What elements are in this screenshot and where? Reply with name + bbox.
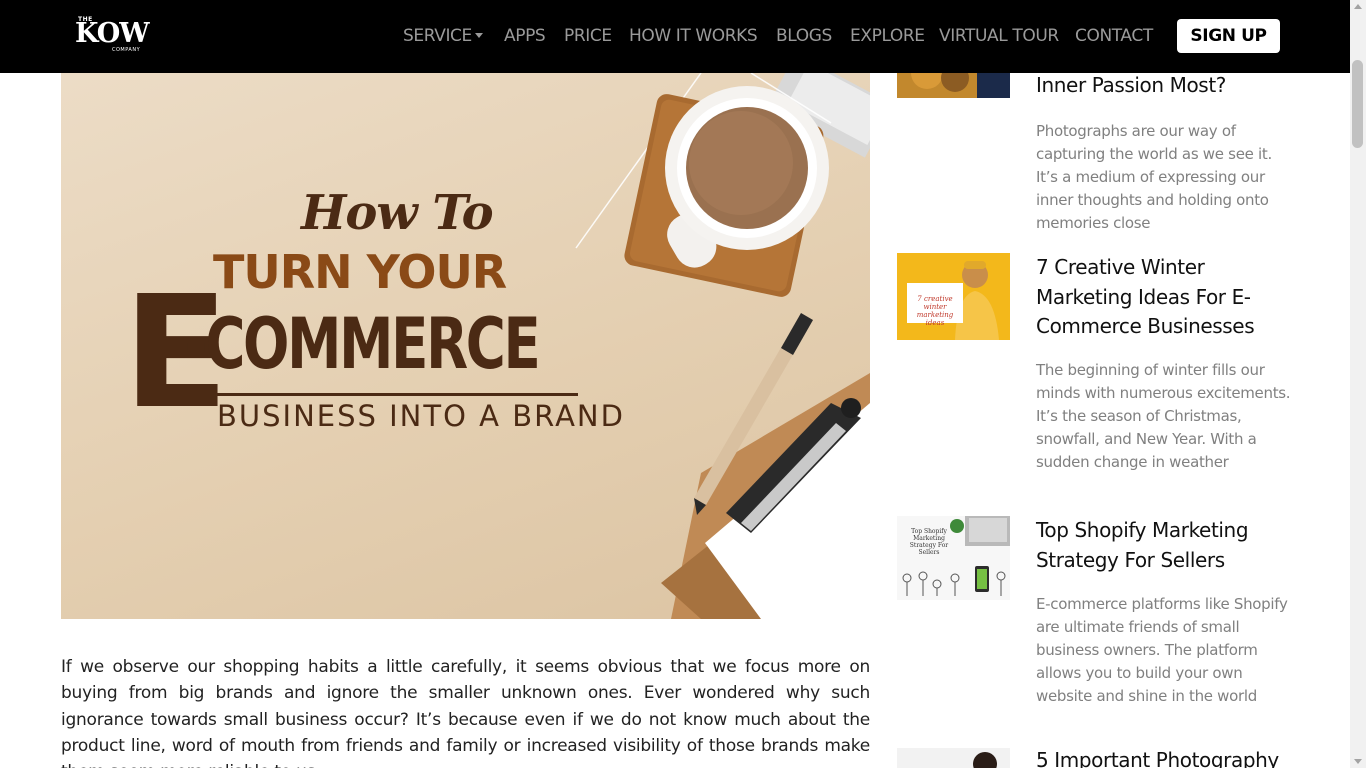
nav-service[interactable]: SERVICE — [403, 24, 483, 48]
kow-company-logo[interactable]: THE KOW COMPANY — [72, 14, 168, 56]
nav-explore[interactable]: EXPLORE — [850, 24, 925, 48]
hero-line-business: BUSINESS INTO A BRAND — [217, 399, 625, 433]
nav-apps[interactable]: APPS — [504, 24, 546, 48]
article-paragraph: If we observe our shopping habits a litt… — [61, 657, 870, 768]
nav-how-it-works[interactable]: HOW IT WORKS — [629, 24, 758, 48]
thumb-text-2: 7 creative winter marketing ideas — [916, 295, 954, 327]
sign-up-button[interactable]: SIGN UP — [1177, 19, 1280, 53]
hero-divider — [183, 393, 578, 396]
scroll-down-arrow-icon[interactable] — [1354, 759, 1362, 764]
post-title-3[interactable]: Top Shopify Marketing Strategy For Selle… — [1036, 516, 1292, 575]
sidebar-post-1[interactable]: Inner Passion Most? Photographs are our … — [897, 38, 1292, 243]
caret-down-icon — [474, 32, 483, 38]
nav-contact[interactable]: CONTACT — [1075, 24, 1153, 48]
sidebar-post-3[interactable]: Top Shopify Marketing Strategy For Selle… — [897, 516, 1292, 736]
hero-line-commerce: -COMMERCE — [185, 303, 541, 385]
thumb-text-3: Top Shopify Marketing Strategy For Selle… — [909, 528, 949, 556]
hero-title: How To TURN YOUR E -COMMERCE BUSINESS IN… — [61, 73, 870, 619]
article-hero-image: How To TURN YOUR E -COMMERCE BUSINESS IN… — [61, 73, 870, 619]
post-thumbnail-3[interactable]: Top Shopify Marketing Strategy For Selle… — [897, 516, 1010, 600]
sidebar-post-4[interactable]: 5 Important Photography — [897, 748, 1292, 768]
logo-bottom-text: COMPANY — [112, 47, 141, 53]
post-thumbnail-4[interactable] — [897, 748, 1010, 768]
nav-price[interactable]: PRICE — [564, 24, 612, 48]
post-excerpt-3: E-commerce platforms like Shopify are ul… — [1036, 595, 1288, 706]
post-thumbnail-2[interactable]: 7 creative winter marketing ideas — [897, 253, 1010, 340]
page-scrollbar[interactable] — [1350, 0, 1366, 768]
hero-line-turn-your: TURN YOUR — [213, 245, 507, 299]
nav-blogs[interactable]: BLOGS — [776, 24, 832, 48]
post-excerpt-1: Photographs are our way of capturing the… — [1036, 122, 1272, 233]
hero-line-how-to: How To — [301, 185, 494, 241]
scroll-thumb[interactable] — [1352, 60, 1363, 148]
post-excerpt-2: The beginning of winter fills our minds … — [1036, 361, 1291, 472]
nav-virtual-tour[interactable]: VIRTUAL TOUR — [939, 24, 1059, 48]
post-title-4[interactable]: 5 Important Photography — [1036, 746, 1292, 768]
sidebar-post-2[interactable]: 7 creative winter marketing ideas 7 Crea… — [897, 253, 1292, 503]
scroll-up-arrow-icon[interactable] — [1354, 4, 1362, 9]
portrait-photo-icon — [897, 748, 1010, 768]
top-navbar: THE KOW COMPANY SERVICE APPS PRICE HOW I… — [0, 0, 1350, 73]
logo-main-text: KOW — [75, 18, 150, 49]
nav-service-label: SERVICE — [403, 26, 472, 46]
post-title-1[interactable]: Inner Passion Most? — [1036, 71, 1292, 101]
post-title-2[interactable]: 7 Creative Winter Marketing Ideas For E-… — [1036, 253, 1292, 342]
